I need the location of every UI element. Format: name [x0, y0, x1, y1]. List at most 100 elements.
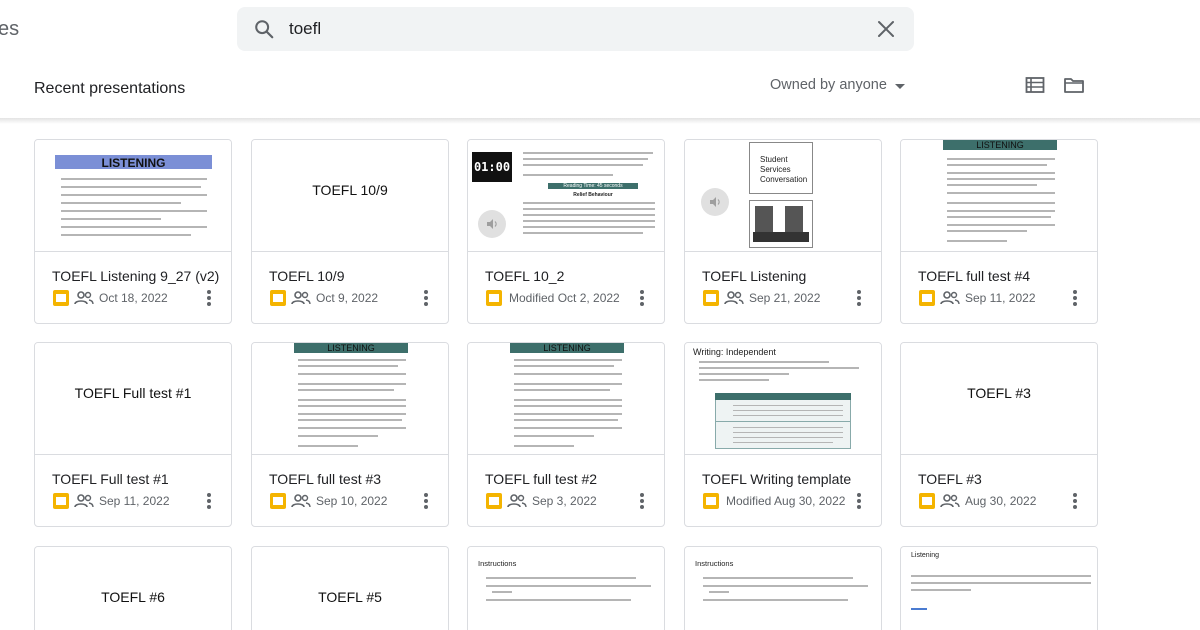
presentation-card[interactable]: Instructions: [467, 546, 665, 630]
presentation-thumbnail: Listening: [901, 547, 1097, 630]
card-title: TOEFL full test #3: [269, 471, 382, 487]
card-date: Sep 21, 2022: [749, 291, 821, 305]
slides-icon: [53, 493, 69, 509]
thumb-heading: Listening: [911, 552, 940, 559]
thumb-heading: Instructions: [478, 559, 517, 568]
card-date: Sep 10, 2022: [316, 494, 388, 508]
search-icon[interactable]: [253, 18, 275, 40]
presentation-card[interactable]: Student Services Conversation TOEFL List…: [684, 139, 882, 324]
app-title-fragment: es: [0, 18, 20, 40]
presentation-thumbnail: LISTENING: [468, 343, 664, 455]
slides-icon: [919, 493, 935, 509]
presentation-card[interactable]: LISTENING TOEFL Listening 9_27 (v2) Oct …: [34, 139, 232, 324]
folder-icon[interactable]: [1063, 75, 1085, 95]
presentation-card[interactable]: TOEFL 10/9 TOEFL 10/9 Oct 9, 2022: [251, 139, 449, 324]
card-date: Oct 18, 2022: [99, 291, 168, 305]
shared-people-icon: [74, 494, 94, 508]
shared-people-icon: [724, 291, 744, 305]
card-title: TOEFL 10/9: [269, 268, 345, 284]
list-view-icon[interactable]: [1025, 75, 1045, 95]
presentation-thumbnail: LISTENING: [252, 343, 448, 455]
thumb-title: TOEFL #6: [101, 589, 165, 605]
thumb-text-line: Conversation: [760, 175, 808, 184]
slides-icon: [703, 290, 719, 306]
more-vert-icon[interactable]: [638, 288, 646, 308]
card-date: Modified Oct 2, 2022: [509, 291, 620, 305]
presentation-card[interactable]: Writing: Independent TOEFL Writing templ…: [684, 342, 882, 527]
more-vert-icon[interactable]: [1071, 288, 1079, 308]
presentation-thumbnail: TOEFL #5: [252, 547, 448, 630]
presentation-thumbnail: TOEFL 10/9: [252, 140, 448, 252]
slides-icon: [486, 290, 502, 306]
presentation-thumbnail: LISTENING: [901, 140, 1097, 252]
shared-people-icon: [507, 494, 527, 508]
presentation-card[interactable]: LISTENING TOEFL full test #4 Sep 11, 202…: [900, 139, 1098, 324]
presentation-card[interactable]: LISTENING TOEFL full test #2 Sep 3, 2022: [467, 342, 665, 527]
presentation-card[interactable]: TOEFL #3 TOEFL #3 Aug 30, 2022: [900, 342, 1098, 527]
card-date: Sep 11, 2022: [99, 494, 170, 508]
thumb-heading: Instructions: [695, 559, 734, 568]
more-vert-icon[interactable]: [855, 491, 863, 511]
more-vert-icon[interactable]: [638, 491, 646, 511]
card-title: TOEFL full test #4: [918, 268, 1031, 284]
speaker-icon: [478, 210, 506, 238]
section-title: Recent presentations: [34, 80, 186, 97]
card-date: Sep 3, 2022: [532, 494, 597, 508]
slides-icon: [919, 290, 935, 306]
presentation-card[interactable]: Instructions: [684, 546, 882, 630]
search-input[interactable]: [289, 15, 849, 43]
presentation-card[interactable]: TOEFL #5: [251, 546, 449, 630]
slides-icon: [53, 290, 69, 306]
card-title: TOEFL Listening: [702, 268, 807, 284]
presentation-card[interactable]: TOEFL #6: [34, 546, 232, 630]
owner-filter-dropdown[interactable]: Owned by anyone: [770, 77, 905, 93]
thumb-heading: LISTENING: [976, 140, 1024, 150]
more-vert-icon[interactable]: [205, 288, 213, 308]
thumb-text-line: Services: [760, 165, 791, 174]
more-vert-icon[interactable]: [855, 288, 863, 308]
more-vert-icon[interactable]: [422, 288, 430, 308]
thumb-title: TOEFL #5: [318, 589, 382, 605]
caret-down-icon: [894, 83, 905, 89]
shared-people-icon: [74, 291, 94, 305]
shared-people-icon: [940, 494, 960, 508]
thumb-heading: Reading Time: 45 seconds: [548, 183, 638, 190]
card-date: Modified Aug 30, 2022: [726, 494, 846, 508]
slides-icon: [486, 493, 502, 509]
card-title: TOEFL #3: [918, 471, 982, 487]
thumb-heading: LISTENING: [101, 156, 166, 170]
card-title: TOEFL Writing template: [702, 471, 852, 487]
shared-people-icon: [291, 291, 311, 305]
thumb-heading: LISTENING: [327, 343, 375, 353]
slides-icon: [703, 493, 719, 509]
presentation-card[interactable]: 01:00 Reading Time: 45 seconds Relief Be…: [467, 139, 665, 324]
presentation-thumbnail: LISTENING: [35, 140, 231, 252]
owner-filter-label: Owned by anyone: [770, 77, 887, 93]
thumb-title: TOEFL 10/9: [312, 182, 388, 198]
header-divider: [0, 118, 1200, 124]
presentation-thumbnail: Instructions: [468, 547, 664, 630]
presentation-thumbnail: TOEFL #6: [35, 547, 231, 630]
slides-icon: [270, 290, 286, 306]
more-vert-icon[interactable]: [1071, 491, 1079, 511]
search-bar[interactable]: [237, 7, 914, 51]
more-vert-icon[interactable]: [205, 491, 213, 511]
more-vert-icon[interactable]: [422, 491, 430, 511]
card-title: TOEFL Full test #1: [52, 471, 169, 487]
presentation-card[interactable]: TOEFL Full test #1 TOEFL Full test #1 Se…: [34, 342, 232, 527]
card-date: Oct 9, 2022: [316, 291, 379, 305]
presentation-thumbnail: Writing: Independent: [685, 343, 881, 455]
presentation-thumbnail: TOEFL #3: [901, 343, 1097, 455]
card-title: TOEFL 10_2: [485, 268, 565, 284]
close-icon[interactable]: [876, 19, 896, 39]
presentation-card[interactable]: LISTENING TOEFL full test #3 Sep 10, 202…: [251, 342, 449, 527]
presentation-card[interactable]: Listening: [900, 546, 1098, 630]
card-title: TOEFL Listening 9_27 (v2): [52, 268, 220, 284]
speaker-icon: [701, 188, 729, 216]
card-title: TOEFL full test #2: [485, 471, 598, 487]
thumb-timer: 01:00: [472, 152, 512, 182]
thumb-heading: LISTENING: [543, 343, 591, 353]
presentation-thumbnail: Student Services Conversation: [685, 140, 881, 252]
thumb-subheading: Relief Behaviour: [573, 192, 613, 198]
slides-icon: [270, 493, 286, 509]
